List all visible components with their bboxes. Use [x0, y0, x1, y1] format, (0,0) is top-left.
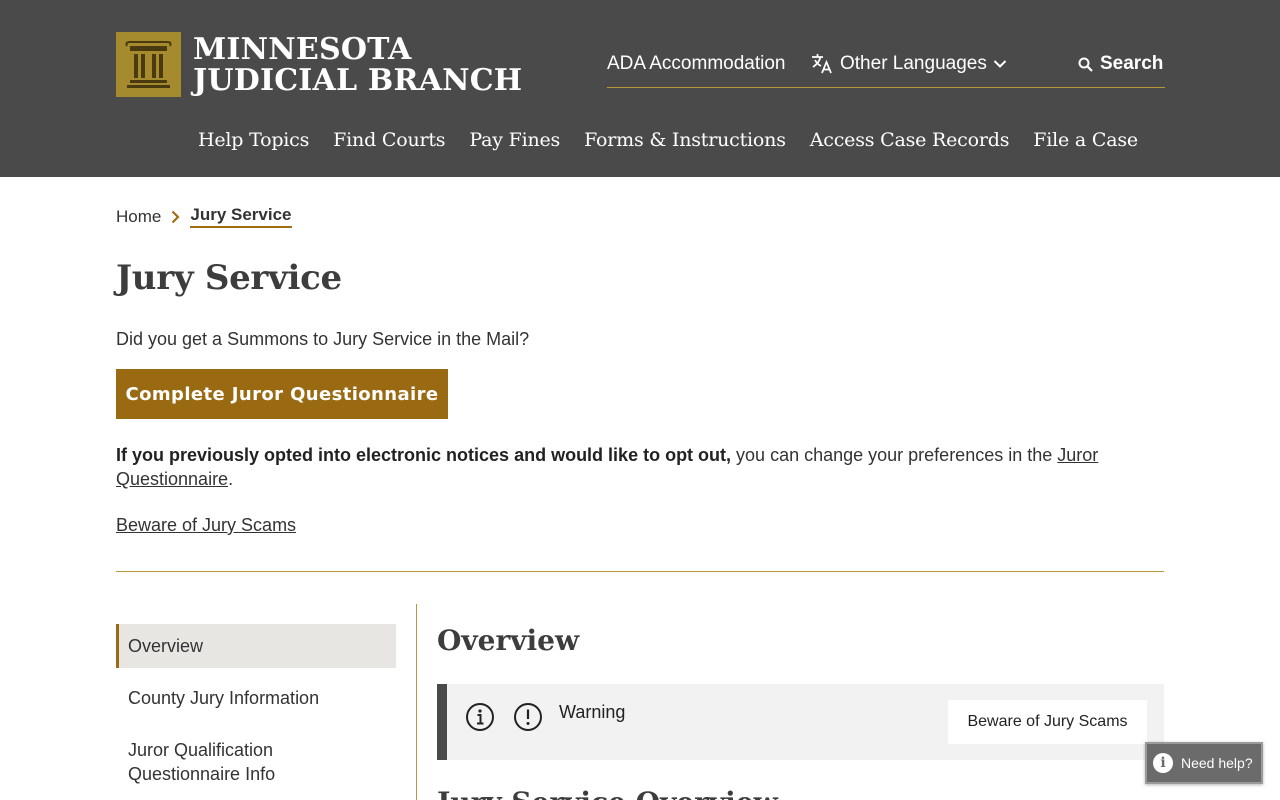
utility-nav: ADA Accommodation Other Languages Search: [607, 52, 1165, 88]
beware-jury-scams-link[interactable]: Beware of Jury Scams: [116, 515, 296, 536]
brand-name: MINNESOTA JUDICIAL BRANCH: [193, 34, 522, 96]
breadcrumb: Home Jury Service: [116, 205, 292, 228]
sidenav-item-overview[interactable]: Overview: [116, 624, 396, 668]
need-help-button[interactable]: i Need help?: [1145, 742, 1263, 784]
warning-label: Warning: [559, 702, 626, 722]
opt-out-paragraph: If you previously opted into electronic …: [116, 443, 1164, 491]
nav-find-courts[interactable]: Find Courts: [333, 126, 445, 154]
chevron-down-icon: [993, 60, 1007, 68]
chevron-right-icon: [172, 210, 180, 223]
main-nav: Help Topics Find Courts Pay Fines Forms …: [198, 126, 1162, 154]
opt-out-text: you can change your preferences in the: [731, 445, 1058, 465]
info-icon: i: [1153, 753, 1173, 773]
brand-line-1: MINNESOTA: [193, 31, 412, 67]
warning-alert: Warning Beware of Jury Scams: [437, 684, 1164, 760]
site-logo[interactable]: MINNESOTA JUDICIAL BRANCH: [116, 32, 522, 97]
nav-access-case-records[interactable]: Access Case Records: [810, 126, 1010, 154]
sidenav-item-juror-qualification[interactable]: Juror Qualification Questionnaire Info: [116, 728, 396, 796]
other-languages-label: Other Languages: [840, 53, 987, 74]
need-help-label: Need help?: [1181, 755, 1253, 771]
summons-question: Did you get a Summons to Jury Service in…: [116, 329, 530, 349]
beware-jury-scams-button[interactable]: Beware of Jury Scams: [948, 700, 1147, 744]
ada-accommodation-link[interactable]: ADA Accommodation: [607, 52, 785, 76]
nav-pay-fines[interactable]: Pay Fines: [469, 126, 560, 154]
other-languages-dropdown[interactable]: Other Languages: [810, 52, 1007, 76]
breadcrumb-home-link[interactable]: Home: [116, 207, 161, 227]
search-label: Search: [1100, 53, 1164, 74]
search-button[interactable]: Search: [1078, 52, 1163, 76]
info-icon: [466, 703, 494, 731]
translate-icon: [812, 54, 832, 74]
search-icon: [1078, 57, 1093, 72]
section-divider: [116, 571, 1164, 572]
exclamation-icon: [514, 703, 542, 731]
side-nav: Overview County Jury Information Juror Q…: [116, 624, 396, 796]
opt-out-period: .: [228, 469, 234, 489]
complete-juror-questionnaire-button[interactable]: Complete Juror Questionnaire: [116, 369, 448, 419]
section-title-overview: Overview: [437, 624, 580, 657]
brand-line-2: JUDICIAL BRANCH: [193, 62, 523, 98]
nav-help-topics[interactable]: Help Topics: [198, 126, 309, 154]
nav-file-a-case[interactable]: File a Case: [1033, 126, 1138, 154]
courthouse-columns-icon: [116, 32, 181, 97]
section-title-jury-service-overview: Jury Service Overview: [437, 786, 778, 800]
content-divider: [416, 604, 417, 800]
opt-out-bold-text: If you previously opted into electronic …: [116, 445, 732, 465]
sidenav-item-county-jury-information[interactable]: County Jury Information: [116, 676, 396, 720]
breadcrumb-current[interactable]: Jury Service: [190, 205, 292, 228]
site-header: MINNESOTA JUDICIAL BRANCH ADA Accommodat…: [0, 0, 1280, 177]
page-title: Jury Service: [116, 258, 342, 298]
nav-forms-instructions[interactable]: Forms & Instructions: [584, 126, 786, 154]
